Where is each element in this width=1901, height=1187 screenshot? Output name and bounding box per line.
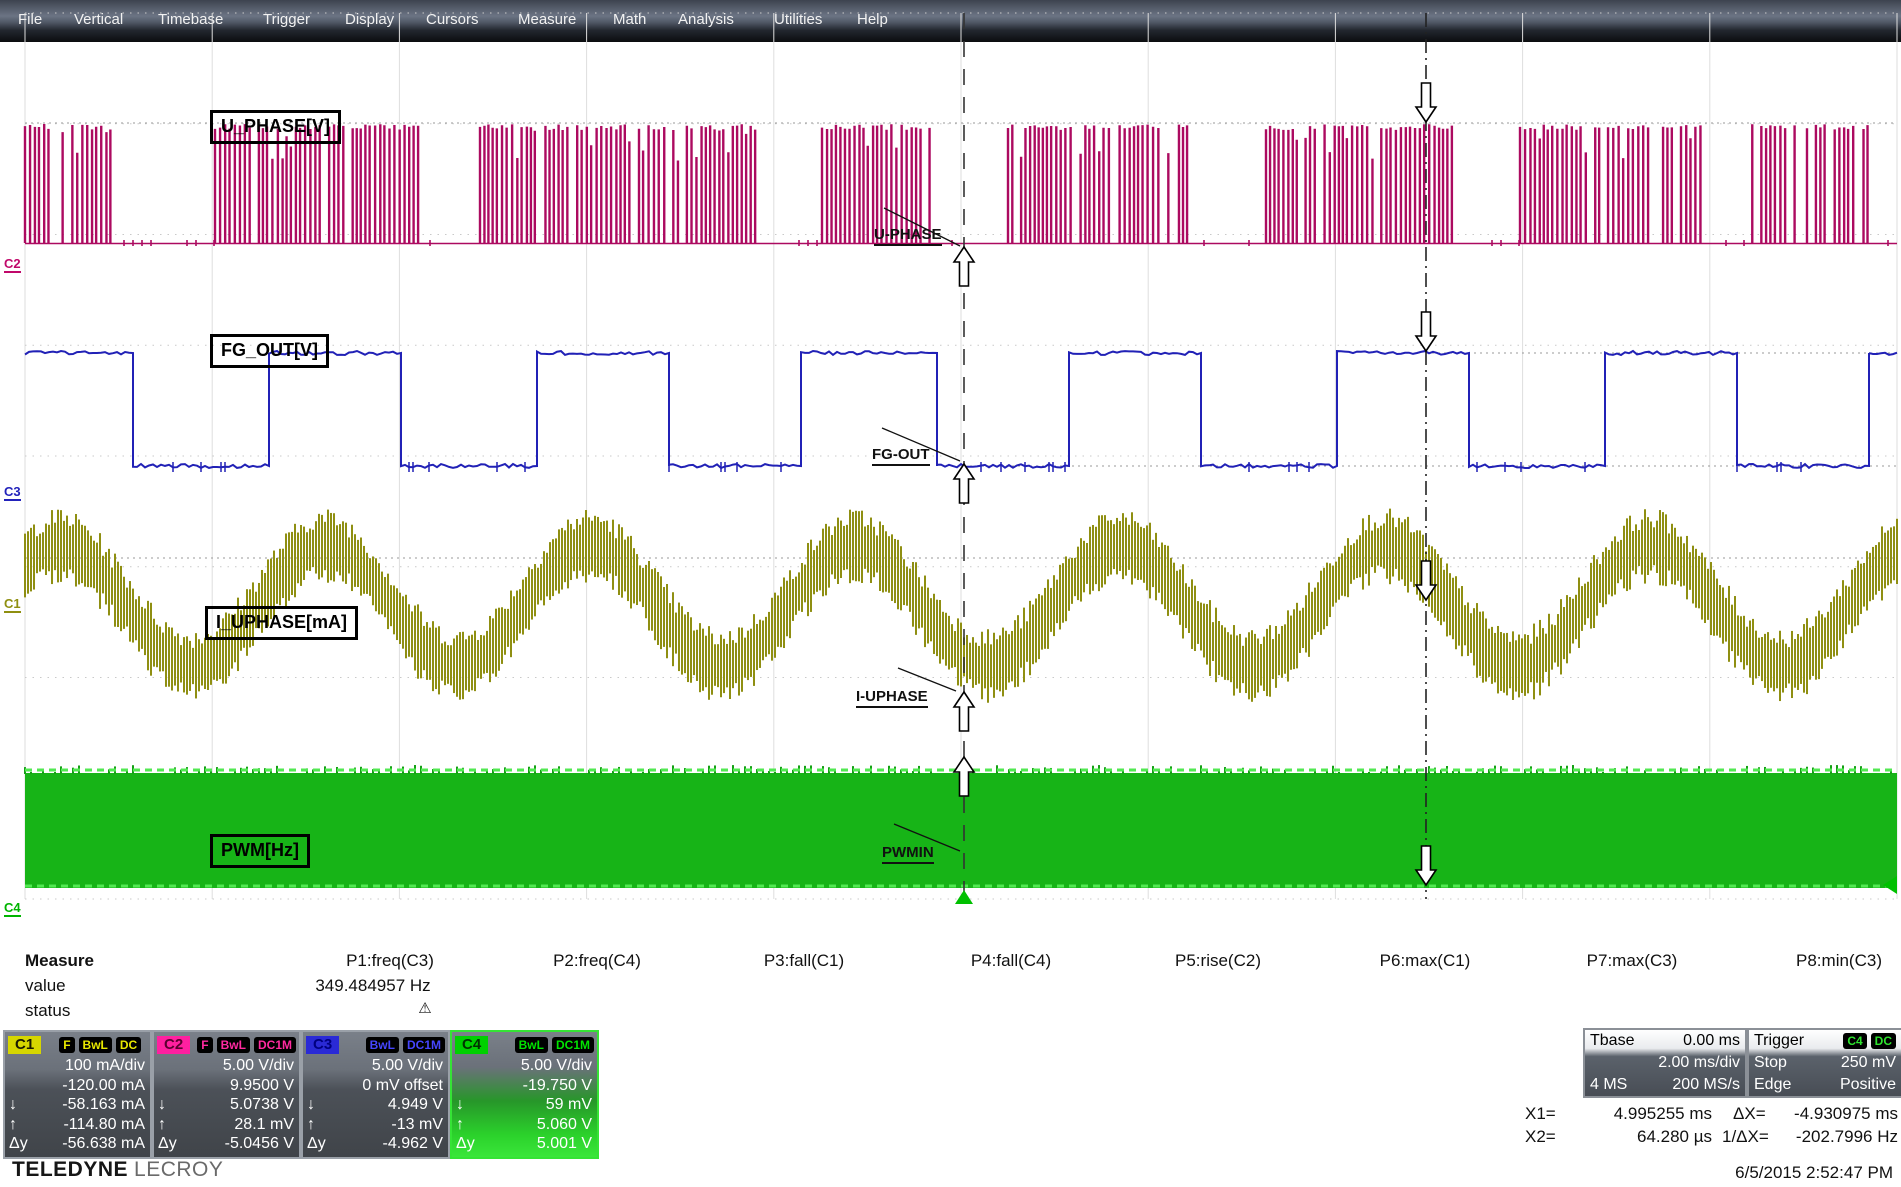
trigger-type: Edge <box>1754 1074 1791 1096</box>
measure-p5-header[interactable]: P5:rise(C2) <box>1123 951 1313 971</box>
oscilloscope-screen: File Vertical Timebase Trigger Display C… <box>0 0 1901 1187</box>
coupling-badge: DC1M <box>552 1037 594 1053</box>
bwl-badge: BwL <box>79 1037 112 1053</box>
offset-value: -19.750 V <box>486 1076 592 1096</box>
x2-value: 64.280 µs <box>1560 1127 1712 1147</box>
dx-value: -4.930975 ms <box>1776 1104 1898 1124</box>
trigger-mode: Stop <box>1754 1052 1787 1074</box>
trigger-slope: Positive <box>1840 1074 1896 1096</box>
teledyne-lecroy-logo: TELEDYNELECROY <box>12 1158 223 1182</box>
channel-marker-c3[interactable]: C3 <box>4 484 21 501</box>
measure-p8-header[interactable]: P8:min(C3) <box>1744 951 1901 971</box>
delta-y-icon: Δy <box>9 1134 39 1154</box>
offset-value: 9.9500 V <box>188 1076 294 1096</box>
datetime-stamp: 6/5/2015 2:52:47 PM <box>1735 1163 1893 1183</box>
measure-p6-header[interactable]: P6:max(C1) <box>1330 951 1520 971</box>
measure-p4-header[interactable]: P4:fall(C4) <box>916 951 1106 971</box>
coupling-badge: DC1M <box>254 1037 296 1053</box>
cursor-tag-i-uphase: I-UPHASE <box>856 688 928 708</box>
volts-per-div: 5.00 V/div <box>486 1056 592 1076</box>
measure-p7-header[interactable]: P7:max(C3) <box>1537 951 1727 971</box>
offset-value: 0 mV offset <box>337 1076 443 1096</box>
status-row-label: status <box>25 1001 70 1021</box>
cursor-marker-up-icon[interactable] <box>954 247 974 286</box>
channel-box-c3[interactable]: C3 BwL DC1M 5.00 V/div 0 mV offset ↓4.94… <box>301 1030 450 1159</box>
trace-label-u-phase: U_PHASE[V] <box>210 110 341 144</box>
channel-box-c1[interactable]: C1 F BwL DC 100 mA/div -120.00 mA ↓-58.1… <box>3 1030 152 1159</box>
volts-per-div: 5.00 V/div <box>188 1056 294 1076</box>
trigger-source-badge: C4 <box>1843 1033 1866 1049</box>
channel-id-badge: C2 <box>157 1036 190 1054</box>
timebase-scale: 2.00 ms/div <box>1658 1052 1740 1074</box>
measure-p2-header[interactable]: P2:freq(C4) <box>502 951 692 971</box>
channel-id-badge: C4 <box>455 1036 488 1054</box>
timebase-panel[interactable]: Tbase 0.00 ms 2.00 ms/div 4 MS 200 MS/s <box>1583 1028 1747 1098</box>
delta-y-icon: Δy <box>456 1134 486 1154</box>
cursor-low-icon: ↓ <box>456 1095 486 1115</box>
trigger-coupling-badge: DC <box>1871 1033 1896 1049</box>
channel-marker-c4[interactable]: C4 <box>4 900 21 917</box>
measure-row-label: Measure <box>25 951 94 971</box>
value-row-label: value <box>25 976 66 996</box>
trigger-panel[interactable]: Trigger C4 DC Stop 250 mV Edge Positive <box>1747 1028 1901 1098</box>
trace-label-fg-out: FG_OUT[V] <box>210 334 329 368</box>
trigger-title: Trigger <box>1754 1030 1804 1052</box>
trace-label-i-uphase: I_UPHASE[mA] <box>205 606 358 640</box>
cursor-low-icon: ↓ <box>9 1095 39 1115</box>
cursor-high-icon: ↑ <box>456 1115 486 1135</box>
offset-value: -120.00 mA <box>39 1076 145 1096</box>
coupling-badge: F <box>59 1037 74 1053</box>
x2-label: X2= <box>1525 1127 1556 1147</box>
cursor-tag-pwmin: PWMIN <box>882 844 934 864</box>
coupling-badge: F <box>197 1037 212 1053</box>
timebase-title: Tbase <box>1590 1030 1634 1052</box>
cursor-high-icon: ↑ <box>9 1115 39 1135</box>
timebase-samples: 4 MS <box>1590 1074 1627 1096</box>
cursor-marker-down-icon[interactable] <box>1416 83 1436 122</box>
delta-y-icon: Δy <box>307 1134 337 1154</box>
channel-id-badge: C3 <box>306 1036 339 1054</box>
volts-per-div: 5.00 V/div <box>337 1056 443 1076</box>
bwl-badge: BwL <box>515 1037 548 1053</box>
channel-box-c2[interactable]: C2 F BwL DC1M 5.00 V/div 9.9500 V ↓5.073… <box>152 1030 301 1159</box>
coupling-badge: DC1M <box>403 1037 445 1053</box>
dx-label: ΔX= <box>1733 1104 1766 1124</box>
bwl-badge: BwL <box>366 1037 399 1053</box>
cursor-low-icon: ↓ <box>158 1095 188 1115</box>
trace-label-pwm: PWM[Hz] <box>210 834 310 868</box>
channel-box-c4[interactable]: C4 BwL DC1M 5.00 V/div -19.750 V ↓59 mV … <box>450 1030 599 1159</box>
cursor-marker-up-icon[interactable] <box>954 692 974 731</box>
measure-p1-header[interactable]: P1:freq(C3) <box>295 951 485 971</box>
measure-p1-value: 349.484957 Hz <box>278 976 468 996</box>
inv-dx-label: 1/ΔX= <box>1722 1127 1769 1147</box>
bwl-badge: BwL <box>217 1037 250 1053</box>
cursor-marker-up-icon[interactable] <box>954 464 974 503</box>
x1-value: 4.995255 ms <box>1560 1104 1712 1124</box>
x1-label: X1= <box>1525 1104 1556 1124</box>
cursor-high-icon: ↑ <box>307 1115 337 1135</box>
cursor-low-icon: ↓ <box>307 1095 337 1115</box>
delta-y-icon: Δy <box>158 1134 188 1154</box>
cursor-tag-u-phase: U-PHASE <box>874 226 942 246</box>
measure-p1-status-icon: ⚠ <box>330 999 520 1017</box>
cursor-marker-down-icon[interactable] <box>1416 312 1436 351</box>
channel-marker-c2[interactable]: C2 <box>4 256 21 273</box>
cursor-high-icon: ↑ <box>158 1115 188 1135</box>
channel-id-badge: C1 <box>8 1036 41 1054</box>
inv-dx-value: -202.7996 Hz <box>1783 1127 1898 1147</box>
coupling-badge: DC <box>116 1037 141 1053</box>
trigger-time-marker-icon[interactable] <box>955 890 973 904</box>
cursor-tag-fg-out: FG-OUT <box>872 446 930 466</box>
volts-per-div: 100 mA/div <box>39 1056 145 1076</box>
measure-p3-header[interactable]: P3:fall(C1) <box>709 951 899 971</box>
timebase-rate: 200 MS/s <box>1672 1074 1740 1096</box>
channel-marker-c1[interactable]: C1 <box>4 596 21 613</box>
timebase-offset: 0.00 ms <box>1683 1030 1740 1052</box>
trigger-level: 250 mV <box>1841 1052 1896 1074</box>
